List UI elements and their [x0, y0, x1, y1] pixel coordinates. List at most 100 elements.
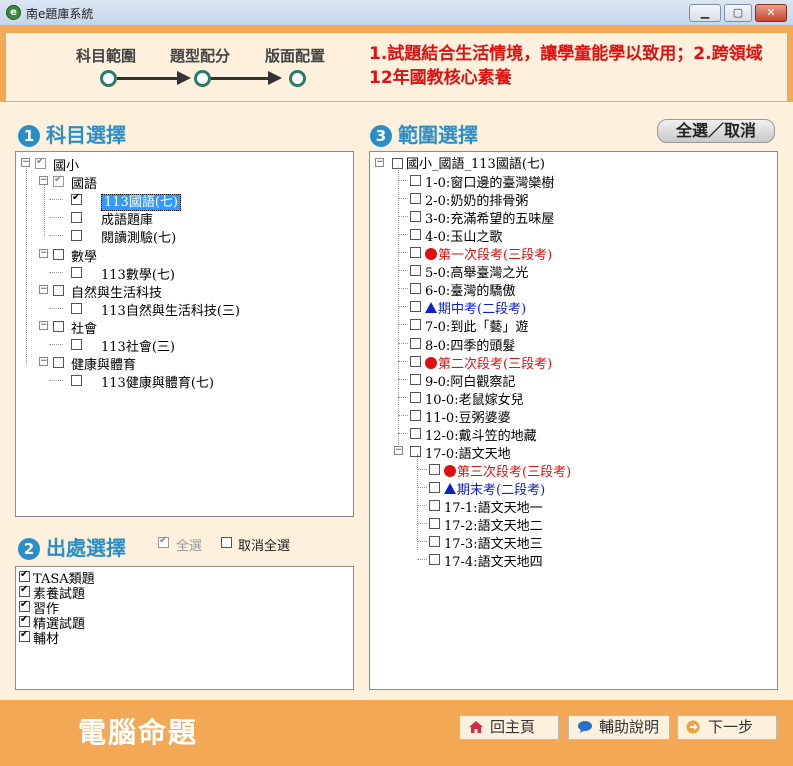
- range-item[interactable]: 第二次段考(三段考): [425, 353, 552, 372]
- subject-tree-item[interactable]: 社會: [71, 318, 97, 337]
- subject-checkbox[interactable]: [71, 192, 82, 206]
- tree-expander-icon[interactable]: −: [39, 176, 48, 186]
- range-item[interactable]: 8-0:四季的頭髮: [425, 335, 515, 354]
- tree-expander-icon[interactable]: −: [394, 445, 403, 455]
- range-checkbox[interactable]: [410, 229, 421, 241]
- range-checkbox[interactable]: [410, 175, 421, 187]
- range-checkbox[interactable]: [410, 391, 421, 403]
- range-checkbox[interactable]: [410, 319, 421, 331]
- select-all-checkbox[interactable]: [158, 535, 169, 548]
- range-item[interactable]: 期中考(二段考): [425, 298, 526, 317]
- range-item[interactable]: 第三次段考(三段考): [444, 461, 571, 480]
- subject-tree-item[interactable]: 113數學(七): [101, 264, 175, 283]
- subject-tree-item[interactable]: 閱讀測驗(七): [101, 227, 176, 246]
- range-item[interactable]: 7-0:到此「藝」遊: [425, 316, 528, 335]
- select-all-label[interactable]: 全選: [176, 535, 202, 554]
- subject-checkbox[interactable]: [53, 284, 64, 296]
- range-checkbox[interactable]: [410, 373, 421, 385]
- source-list[interactable]: TASA類題素養試題習作精選試題輔材: [15, 566, 354, 690]
- step-label-question-type[interactable]: 題型配分: [170, 45, 230, 66]
- range-item[interactable]: 4-0:玉山之歌: [425, 226, 502, 245]
- range-item[interactable]: 第一次段考(三段考): [425, 244, 552, 263]
- range-tree[interactable]: − 國小_國語_113國語(七) 1-0:窗口邊的臺灣欒樹 2-0:奶奶的排骨粥 3-0…: [369, 151, 778, 690]
- range-item[interactable]: 17-4:語文天地四: [444, 551, 543, 570]
- subject-tree[interactable]: −國小−國語113國語(七)成語題庫閱讀測驗(七)−數學113數學(七)−自然與…: [15, 151, 354, 517]
- subject-checkbox[interactable]: [71, 339, 82, 350]
- step-label-subject-range[interactable]: 科目範圍: [76, 45, 136, 66]
- select-all-toggle-button[interactable]: 全選／取消: [657, 119, 775, 143]
- source-checkbox[interactable]: [19, 614, 30, 627]
- subject-checkbox[interactable]: [53, 320, 64, 332]
- subject-tree-item[interactable]: 113健康與體育(七): [101, 372, 214, 391]
- subject-checkbox[interactable]: [53, 248, 64, 260]
- subject-checkbox[interactable]: [71, 230, 82, 242]
- subject-checkbox[interactable]: [53, 357, 64, 369]
- subject-tree-item[interactable]: 數學: [71, 246, 97, 265]
- subject-checkbox[interactable]: [53, 174, 64, 188]
- source-checkbox[interactable]: [19, 629, 30, 642]
- subject-checkbox[interactable]: [71, 375, 82, 387]
- tree-expander-icon[interactable]: −: [21, 158, 30, 167]
- range-item[interactable]: 1-0:窗口邊的臺灣欒樹: [425, 172, 554, 191]
- source-checkbox[interactable]: [19, 599, 30, 612]
- range-checkbox[interactable]: [429, 499, 440, 511]
- range-item[interactable]: 5-0:高舉臺灣之光: [425, 262, 528, 281]
- subject-tree-item[interactable]: 國小: [53, 155, 79, 174]
- subject-tree-item[interactable]: 113國語(七): [101, 191, 181, 212]
- help-button[interactable]: 輔助說明: [568, 715, 670, 740]
- subject-tree-item[interactable]: 113自然與生活科技(三): [101, 300, 240, 319]
- subject-tree-item[interactable]: 健康與體育: [71, 354, 136, 373]
- range-checkbox[interactable]: [429, 518, 440, 529]
- range-checkbox[interactable]: [429, 554, 440, 566]
- subject-checkbox[interactable]: [71, 266, 82, 278]
- range-checkbox[interactable]: [410, 355, 421, 367]
- range-checkbox[interactable]: [429, 536, 440, 548]
- range-checkbox[interactable]: [410, 301, 421, 313]
- range-item[interactable]: 期末考(二段考): [444, 479, 545, 498]
- source-item[interactable]: 輔材: [33, 628, 59, 647]
- tree-expander-icon[interactable]: −: [39, 284, 48, 294]
- range-checkbox[interactable]: [410, 247, 421, 259]
- range-item[interactable]: 3-0:充滿希望的五味屋: [425, 208, 554, 227]
- subject-tree-item[interactable]: 國語: [71, 173, 97, 192]
- range-checkbox[interactable]: [410, 337, 421, 349]
- step-label-layout[interactable]: 版面配置: [265, 45, 325, 66]
- source-checkbox[interactable]: [19, 584, 30, 597]
- tree-expander-icon[interactable]: −: [39, 248, 48, 258]
- range-checkbox[interactable]: [410, 265, 421, 277]
- range-checkbox[interactable]: [410, 283, 421, 295]
- tree-expander-icon[interactable]: −: [375, 158, 384, 167]
- source-checkbox[interactable]: [19, 569, 30, 582]
- range-checkbox[interactable]: [429, 481, 440, 493]
- range-item[interactable]: 12-0:戴斗笠的地藏: [425, 425, 537, 444]
- subject-tree-item[interactable]: 成語題庫: [101, 209, 153, 228]
- range-checkbox[interactable]: [410, 193, 421, 205]
- next-button[interactable]: 下一步: [677, 715, 777, 740]
- range-root-item[interactable]: 國小_國語_113國語(七): [406, 153, 545, 172]
- close-button[interactable]: ✕: [755, 4, 787, 22]
- subject-checkbox[interactable]: [71, 302, 82, 314]
- tree-expander-icon[interactable]: −: [39, 357, 48, 367]
- range-item[interactable]: 17-1:語文天地一: [444, 497, 543, 516]
- subject-tree-item[interactable]: 自然與生活科技: [71, 282, 162, 301]
- subject-checkbox[interactable]: [71, 212, 82, 224]
- range-checkbox[interactable]: [429, 463, 440, 475]
- home-button[interactable]: 回主頁: [459, 715, 559, 740]
- range-item[interactable]: 10-0:老鼠嫁女兒: [425, 389, 524, 408]
- range-item[interactable]: 9-0:阿白觀察記: [425, 371, 515, 390]
- subject-checkbox[interactable]: [35, 156, 46, 169]
- maximize-button[interactable]: ▢: [724, 4, 752, 22]
- subject-tree-item[interactable]: 113社會(三): [101, 336, 175, 355]
- minimize-button[interactable]: ▁: [689, 4, 721, 22]
- deselect-all-label[interactable]: 取消全選: [238, 535, 290, 554]
- range-item[interactable]: 6-0:臺灣的驕傲: [425, 280, 515, 299]
- range-checkbox[interactable]: [410, 445, 421, 457]
- tree-expander-icon[interactable]: −: [39, 320, 48, 330]
- range-checkbox[interactable]: [410, 211, 421, 223]
- range-item[interactable]: 17-3:語文天地三: [444, 533, 543, 552]
- range-item[interactable]: 2-0:奶奶的排骨粥: [425, 190, 528, 209]
- range-item[interactable]: 17-2:語文天地二: [444, 515, 543, 534]
- range-checkbox[interactable]: [410, 409, 421, 421]
- deselect-all-checkbox[interactable]: [221, 537, 232, 548]
- range-checkbox[interactable]: [410, 427, 421, 439]
